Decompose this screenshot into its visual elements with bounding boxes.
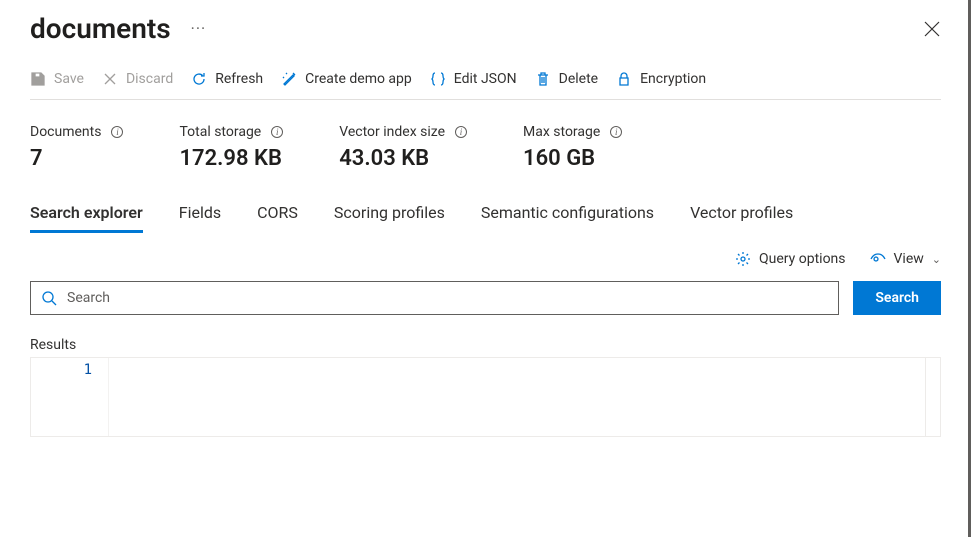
save-label: Save: [54, 71, 84, 87]
stat-total-storage: Total storage i 172.98 KB: [179, 124, 283, 171]
eye-icon: [870, 251, 886, 267]
encryption-label: Encryption: [640, 71, 706, 87]
lock-icon: [616, 71, 632, 87]
stat-max-storage: Max storage i 160 GB: [523, 124, 622, 171]
results-editor[interactable]: 1: [30, 357, 941, 437]
stat-documents-label: Documents: [30, 124, 101, 140]
save-icon: [30, 71, 46, 87]
delete-button[interactable]: Delete: [535, 71, 598, 87]
stat-vector-index: Vector index size i 43.03 KB: [339, 124, 467, 171]
stat-total-storage-label: Total storage: [179, 124, 261, 140]
search-box[interactable]: [30, 281, 839, 315]
encryption-button[interactable]: Encryption: [616, 71, 706, 87]
wand-icon: [281, 71, 297, 87]
search-input[interactable]: [67, 290, 828, 306]
create-demo-button[interactable]: Create demo app: [281, 71, 412, 87]
gutter-line-number: 1: [31, 358, 109, 436]
trash-icon: [535, 71, 551, 87]
page-title: documents: [30, 12, 171, 45]
tab-search-explorer[interactable]: Search explorer: [30, 203, 143, 233]
discard-button: Discard: [102, 71, 173, 87]
editor-content[interactable]: [109, 358, 926, 436]
refresh-icon: [191, 71, 207, 87]
info-icon[interactable]: i: [455, 126, 467, 138]
refresh-button[interactable]: Refresh: [191, 71, 263, 87]
stat-vector-index-value: 43.03 KB: [339, 146, 467, 171]
chevron-down-icon: ⌄: [932, 253, 941, 266]
search-button[interactable]: Search: [853, 281, 941, 315]
query-options-label: Query options: [759, 251, 846, 267]
toolbar: Save Discard Refresh Create demo app Edi…: [30, 65, 941, 100]
discard-icon: [102, 71, 118, 87]
stat-vector-index-label: Vector index size: [339, 124, 445, 140]
stat-documents: Documents i 7: [30, 124, 123, 171]
results-label: Results: [30, 337, 941, 353]
edit-json-label: Edit JSON: [454, 71, 517, 87]
query-options-button[interactable]: Query options: [735, 251, 846, 267]
stats-row: Documents i 7 Total storage i 172.98 KB …: [30, 100, 941, 187]
view-button[interactable]: View ⌄: [870, 251, 941, 267]
info-icon[interactable]: i: [111, 126, 123, 138]
tab-vector[interactable]: Vector profiles: [690, 203, 793, 233]
discard-label: Discard: [126, 71, 173, 87]
stat-documents-value: 7: [30, 146, 123, 171]
edit-json-button[interactable]: Edit JSON: [430, 71, 517, 87]
tabs: Search explorer Fields CORS Scoring prof…: [30, 187, 941, 233]
tab-semantic[interactable]: Semantic configurations: [481, 203, 654, 233]
info-icon[interactable]: i: [271, 126, 283, 138]
delete-label: Delete: [559, 71, 598, 87]
gear-icon: [735, 251, 751, 267]
info-icon[interactable]: i: [610, 126, 622, 138]
more-menu[interactable]: ···: [191, 19, 207, 38]
refresh-label: Refresh: [215, 71, 263, 87]
stat-max-storage-label: Max storage: [523, 124, 600, 140]
view-label: View: [894, 251, 924, 267]
create-demo-label: Create demo app: [305, 71, 412, 87]
stat-max-storage-value: 160 GB: [523, 146, 622, 171]
braces-icon: [430, 71, 446, 87]
tab-scoring[interactable]: Scoring profiles: [334, 203, 445, 233]
tab-fields[interactable]: Fields: [179, 203, 221, 233]
search-icon: [41, 290, 57, 306]
tab-cors[interactable]: CORS: [257, 203, 298, 233]
save-button: Save: [30, 71, 84, 87]
stat-total-storage-value: 172.98 KB: [179, 146, 283, 171]
close-icon[interactable]: [923, 20, 941, 38]
